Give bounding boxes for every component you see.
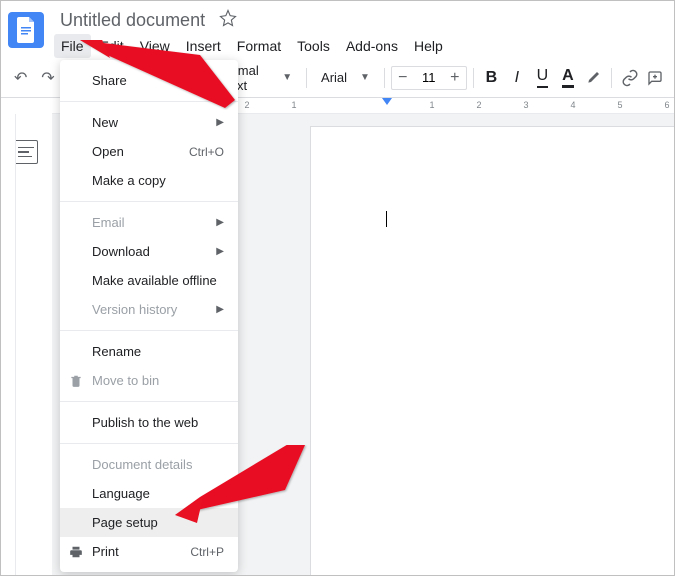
redo-button[interactable]: ↷ bbox=[35, 64, 60, 92]
file-menu-dropdown: Share New▶ OpenCtrl+O Make a copy Email▶… bbox=[60, 60, 238, 572]
text-color-button[interactable]: A bbox=[556, 65, 580, 91]
menu-tools[interactable]: Tools bbox=[290, 34, 337, 58]
font-size-plus-button[interactable]: + bbox=[444, 67, 466, 89]
file-new[interactable]: New▶ bbox=[60, 108, 238, 137]
file-language[interactable]: Language bbox=[60, 479, 238, 508]
font-size-minus-button[interactable]: − bbox=[392, 67, 414, 89]
file-move-to-bin: Move to bin bbox=[60, 366, 238, 395]
ruler-indent-marker[interactable] bbox=[382, 98, 392, 105]
file-open[interactable]: OpenCtrl+O bbox=[60, 137, 238, 166]
print-icon bbox=[68, 544, 84, 560]
underline-button[interactable]: U bbox=[531, 65, 555, 91]
chevron-right-icon: ▶ bbox=[216, 117, 224, 128]
chevron-right-icon: ▶ bbox=[216, 246, 224, 257]
file-email: Email▶ bbox=[60, 208, 238, 237]
insert-link-button[interactable] bbox=[618, 65, 642, 91]
file-download[interactable]: Download▶ bbox=[60, 237, 238, 266]
menu-insert[interactable]: Insert bbox=[179, 34, 228, 58]
file-make-copy[interactable]: Make a copy bbox=[60, 166, 238, 195]
trash-icon bbox=[68, 373, 84, 389]
file-page-setup[interactable]: Page setup bbox=[60, 508, 238, 537]
font-size-input[interactable] bbox=[414, 70, 444, 85]
file-print[interactable]: PrintCtrl+P bbox=[60, 537, 238, 566]
menu-addons[interactable]: Add-ons bbox=[339, 34, 405, 58]
star-icon[interactable] bbox=[219, 9, 237, 32]
docs-logo-icon[interactable] bbox=[8, 12, 44, 48]
file-offline[interactable]: Make available offline bbox=[60, 266, 238, 295]
text-cursor bbox=[386, 211, 387, 227]
document-page[interactable] bbox=[310, 126, 675, 576]
chevron-right-icon: ▶ bbox=[216, 304, 224, 315]
menu-format[interactable]: Format bbox=[230, 34, 288, 58]
undo-button[interactable]: ↶ bbox=[8, 64, 33, 92]
bold-button[interactable]: B bbox=[480, 65, 504, 91]
file-share[interactable]: Share bbox=[60, 66, 238, 95]
file-publish[interactable]: Publish to the web bbox=[60, 408, 238, 437]
file-document-details: Document details bbox=[60, 450, 238, 479]
chevron-right-icon: ▶ bbox=[216, 217, 224, 228]
vertical-ruler[interactable] bbox=[0, 114, 16, 576]
file-version-history: Version history▶ bbox=[60, 295, 238, 324]
menu-help[interactable]: Help bbox=[407, 34, 450, 58]
add-comment-button[interactable] bbox=[644, 65, 668, 91]
font-size-control[interactable]: − + bbox=[391, 66, 467, 90]
menu-edit[interactable]: Edit bbox=[93, 34, 131, 58]
font-select[interactable]: Arial▼ bbox=[313, 70, 378, 85]
italic-button[interactable]: I bbox=[505, 65, 529, 91]
highlight-button[interactable] bbox=[582, 65, 606, 91]
menu-file[interactable]: File bbox=[54, 34, 91, 58]
file-rename[interactable]: Rename bbox=[60, 337, 238, 366]
document-title[interactable]: Untitled document bbox=[54, 8, 211, 33]
menu-view[interactable]: View bbox=[133, 34, 177, 58]
document-outline-icon[interactable] bbox=[14, 140, 38, 164]
